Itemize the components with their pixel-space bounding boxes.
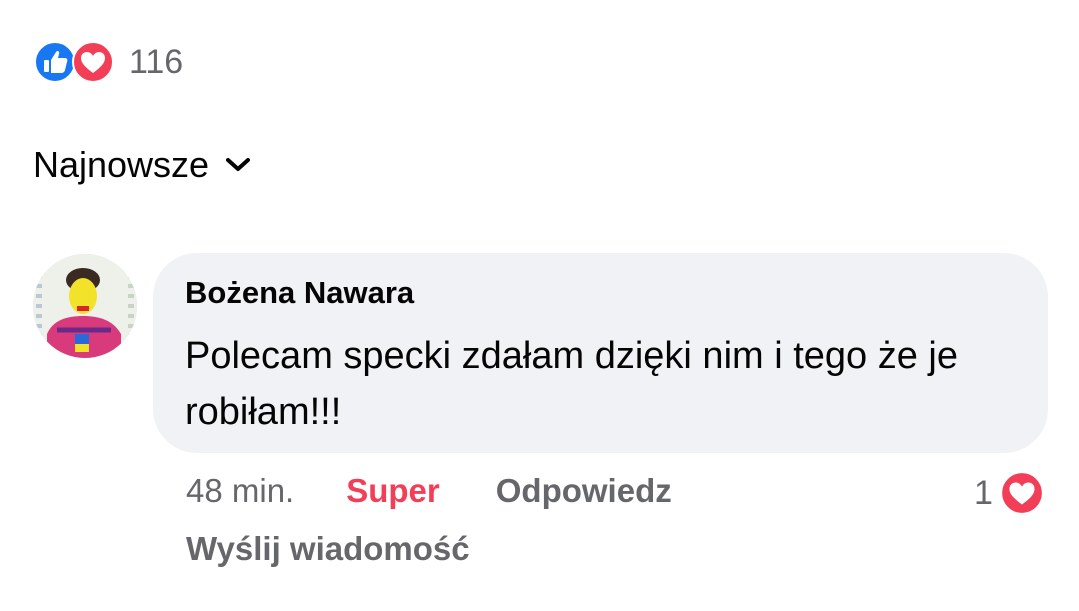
send-message-button[interactable]: Wyślij wiadomość <box>186 530 470 568</box>
comment-author[interactable]: Bożena Nawara <box>185 275 414 311</box>
chevron-down-icon <box>225 156 251 174</box>
comment-text: Polecam specki zdałam dzięki nim i tego … <box>185 335 959 433</box>
super-reaction-button[interactable]: Super <box>346 472 440 510</box>
reply-button[interactable]: Odpowiedz <box>496 472 672 510</box>
love-icon <box>72 41 114 83</box>
love-icon <box>999 471 1044 515</box>
reaction-count: 116 <box>129 43 184 81</box>
reaction-icons <box>33 40 117 84</box>
comment-actions: 48 min. Super Odpowiedz <box>186 472 672 510</box>
avatar[interactable] <box>33 254 137 358</box>
sort-label: Najnowsze <box>33 144 210 185</box>
sort-dropdown[interactable]: Najnowsze <box>33 140 251 190</box>
comment-reaction-count: 1 <box>974 473 993 512</box>
comment-bubble: Bożena Nawara Polecam specki zdałam dzię… <box>153 253 1048 453</box>
post-reactions[interactable]: 116 <box>33 40 183 84</box>
comment-time[interactable]: 48 min. <box>186 472 294 510</box>
comment-reactions[interactable]: 1 <box>974 470 1045 516</box>
